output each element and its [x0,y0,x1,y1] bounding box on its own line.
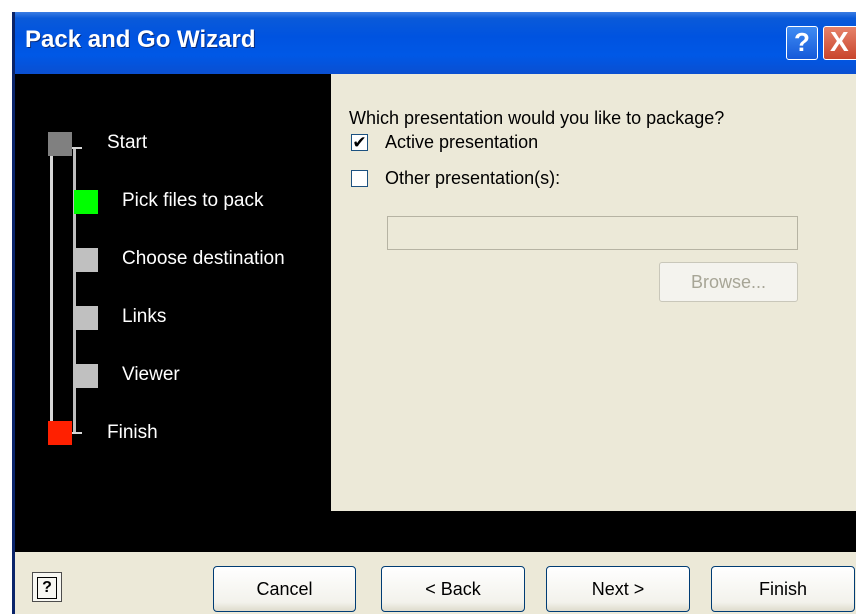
title-bar[interactable]: Pack and Go Wizard ? X [15,12,856,74]
other-presentations-checkbox[interactable] [351,170,368,187]
browse-button[interactable]: Browse... [659,262,798,302]
cancel-button[interactable]: Cancel [213,566,356,612]
help-icon: ? [37,577,57,599]
roadmap-label-finish: Finish [107,422,158,443]
roadmap-node-links [74,306,98,330]
roadmap-node-pick-files [74,190,98,214]
wizard-window: Pack and Go Wizard ? X Start Pick files … [12,12,856,614]
next-button[interactable]: Next > [546,566,690,612]
roadmap-line [50,142,53,434]
other-presentations-path-field[interactable] [387,216,798,250]
help-button[interactable]: ? [32,572,62,602]
title-help-button[interactable]: ? [786,26,818,60]
close-button[interactable]: X [823,26,856,60]
finish-button[interactable]: Finish [711,566,855,612]
active-presentation-checkbox[interactable]: ✔ [351,134,368,151]
roadmap-label-viewer: Viewer [122,364,180,385]
roadmap-label-pick-files: Pick files to pack [122,190,264,211]
roadmap-node-finish [48,421,72,445]
other-presentations-label[interactable]: Other presentation(s): [385,168,560,189]
question-label: Which presentation would you like to pac… [349,108,725,128]
window-title: Pack and Go Wizard [25,26,256,53]
roadmap-node-start [48,132,72,156]
back-button[interactable]: < Back [381,566,525,612]
active-presentation-label[interactable]: Active presentation [385,132,538,153]
roadmap-node-viewer [74,364,98,388]
roadmap-node-choose-destination [74,248,98,272]
roadmap-label-choose-destination: Choose destination [122,248,285,269]
roadmap-label-start: Start [107,132,148,153]
roadmap-label-links: Links [122,306,167,327]
